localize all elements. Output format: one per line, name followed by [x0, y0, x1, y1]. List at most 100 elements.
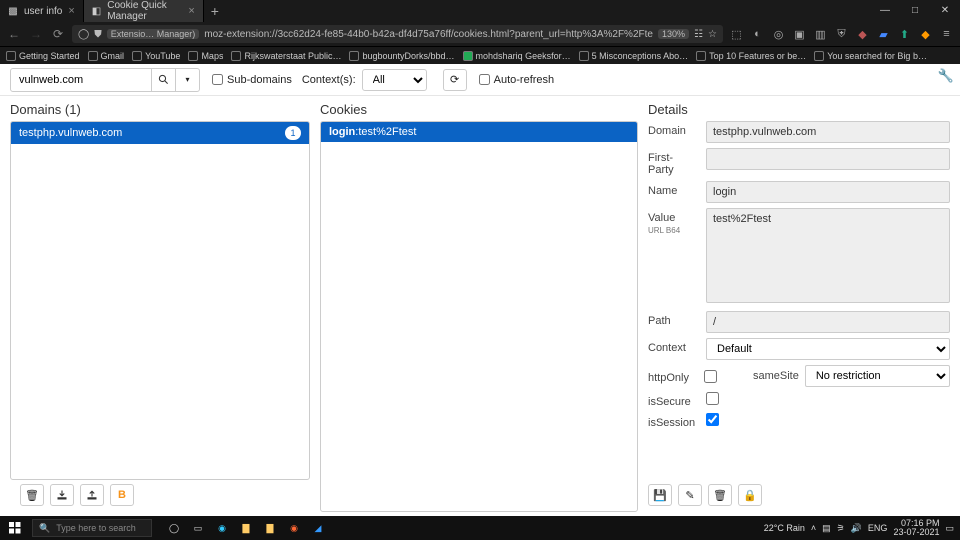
- bookmark-item[interactable]: Gmail: [88, 51, 125, 61]
- contexts-label: Context(s):: [302, 74, 356, 86]
- url-text: moz-extension://3cc62d24-fe85-44b0-b42a-…: [204, 29, 653, 40]
- domain-count-badge: 1: [285, 126, 301, 140]
- bookmarks-bar: Getting Started Gmail YouTube Maps Rijks…: [0, 46, 960, 64]
- delete-domain-button[interactable]: 🗑: [20, 484, 44, 506]
- bookmark-item[interactable]: Maps: [188, 51, 223, 61]
- start-button[interactable]: [4, 518, 26, 538]
- bookmark-item[interactable]: YouTube: [132, 51, 180, 61]
- tray-notifications-icon[interactable]: ▭: [945, 523, 954, 534]
- taskbar-search[interactable]: 🔍 Type here to search: [32, 519, 152, 537]
- weather-widget[interactable]: 22°C Rain: [764, 523, 805, 533]
- forward-button[interactable]: →: [28, 26, 44, 42]
- taskview-icon[interactable]: ▭: [188, 518, 208, 538]
- cookies-list: login:test%2Ftest: [320, 121, 638, 512]
- context-select[interactable]: All: [362, 69, 427, 91]
- value-field[interactable]: test%2Ftest: [706, 208, 950, 303]
- ext5-icon[interactable]: ⬆: [897, 27, 912, 42]
- bookmark-item[interactable]: Rijkswaterstaat Public…: [231, 51, 341, 61]
- ext1-icon[interactable]: ◎: [771, 27, 786, 42]
- zoom-badge[interactable]: 130%: [658, 29, 689, 39]
- bookmark-item[interactable]: Top 10 Features or be…: [696, 51, 806, 61]
- shield-icon: ◯: [78, 29, 89, 40]
- issecure-checkbox[interactable]: [706, 392, 719, 405]
- globe-icon: [463, 51, 473, 61]
- downloads-icon[interactable]: ⬚: [729, 27, 744, 42]
- delete-cookie-button[interactable]: 🗑: [708, 484, 732, 506]
- tray-wifi-icon[interactable]: ⚞: [837, 523, 845, 534]
- bookmark-item[interactable]: Getting Started: [6, 51, 80, 61]
- back-button[interactable]: ←: [6, 26, 22, 42]
- path-field[interactable]: [706, 311, 950, 333]
- autorefresh-check-input[interactable]: [479, 74, 490, 85]
- tray-lang[interactable]: ENG: [868, 523, 888, 533]
- edit-cookie-button[interactable]: ✎: [678, 484, 702, 506]
- maximize-button[interactable]: □: [900, 0, 930, 22]
- firefox-icon[interactable]: ◉: [284, 518, 304, 538]
- domains-list: testphp.vulnweb.com 1: [10, 121, 310, 480]
- bookmark-item[interactable]: mohdshariq Geeksfor…: [463, 51, 571, 61]
- close-window-button[interactable]: ✕: [930, 0, 960, 22]
- explorer-icon[interactable]: ▇: [236, 518, 256, 538]
- subdomains-check-input[interactable]: [212, 74, 223, 85]
- search-icon: 🔍: [39, 523, 50, 534]
- domain-field[interactable]: [706, 121, 950, 143]
- account-icon[interactable]: ◐: [750, 27, 765, 42]
- ext4-icon[interactable]: ▰: [876, 27, 891, 42]
- globe-icon: [696, 51, 706, 61]
- import-domain-button[interactable]: [80, 484, 104, 506]
- favicon-icon: ◧: [92, 6, 101, 16]
- label-domain: Domain: [648, 121, 698, 137]
- ext6-icon[interactable]: ◆: [918, 27, 933, 42]
- name-field[interactable]: [706, 181, 950, 203]
- cortana-icon[interactable]: ◯: [164, 518, 184, 538]
- ext3-icon[interactable]: ◆: [855, 27, 870, 42]
- save-cookie-button[interactable]: 💾: [648, 484, 672, 506]
- close-icon[interactable]: ×: [68, 5, 74, 17]
- search-dropdown[interactable]: ▾: [175, 69, 199, 91]
- search-button[interactable]: [151, 69, 175, 91]
- tray-chevron-icon[interactable]: ˄: [811, 523, 816, 533]
- label-samesite: sameSite: [753, 370, 799, 382]
- new-tab-button[interactable]: +: [204, 3, 226, 19]
- ext2-icon[interactable]: ▣: [792, 27, 807, 42]
- samesite-field[interactable]: No restriction: [805, 365, 950, 387]
- context-field[interactable]: Default: [706, 338, 950, 360]
- tray-clock[interactable]: 07:16 PM 23-07-2021: [893, 519, 939, 537]
- reader-icon[interactable]: ☷: [694, 29, 703, 40]
- bookmark-item[interactable]: 5 Misconceptions Abo…: [579, 51, 689, 61]
- bitcoin-button[interactable]: B: [110, 484, 134, 506]
- settings-icon[interactable]: 🔧: [938, 68, 954, 84]
- domain-row[interactable]: testphp.vulnweb.com 1: [11, 122, 309, 144]
- extension-pill: Extensio… Manager): [107, 29, 200, 39]
- label-issession: isSession: [648, 413, 698, 429]
- subdomains-checkbox[interactable]: Sub-domains: [212, 74, 292, 86]
- windows-taskbar: 🔍 Type here to search ◯ ▭ ◉ ▇ ▇ ◉ ◢ 22°C…: [0, 516, 960, 540]
- tab-cookie-manager[interactable]: ◧ Cookie Quick Manager ×: [84, 0, 204, 22]
- bookmark-item[interactable]: bugbountyDorks/bbd…: [349, 51, 454, 61]
- issession-checkbox[interactable]: [706, 413, 719, 426]
- tab-user-info[interactable]: ▩ user info ×: [0, 0, 84, 22]
- folder-icon[interactable]: ▇: [260, 518, 280, 538]
- close-icon[interactable]: ×: [188, 5, 194, 17]
- firstparty-field[interactable]: [706, 148, 950, 170]
- bookmark-item[interactable]: You searched for Big b…: [814, 51, 927, 61]
- httponly-checkbox[interactable]: [704, 370, 717, 383]
- label-name: Name: [648, 181, 698, 197]
- edge-icon[interactable]: ◉: [212, 518, 232, 538]
- menu-button[interactable]: ≡: [939, 27, 954, 42]
- url-bar[interactable]: ◯ ⛊ Extensio… Manager) moz-extension://3…: [72, 25, 723, 43]
- tray-network-icon[interactable]: ▤: [822, 523, 831, 534]
- refresh-button[interactable]: ⟳: [443, 69, 467, 91]
- library-icon[interactable]: ▥: [813, 27, 828, 42]
- autorefresh-checkbox[interactable]: Auto-refresh: [479, 74, 555, 86]
- reload-button[interactable]: ⟳: [50, 26, 66, 42]
- bookmark-star-icon[interactable]: ☆: [708, 29, 717, 40]
- cookie-row[interactable]: login:test%2Ftest: [321, 122, 637, 142]
- vscode-icon[interactable]: ◢: [308, 518, 328, 538]
- minimize-button[interactable]: —: [870, 0, 900, 22]
- shield2-icon[interactable]: ⛨: [834, 27, 849, 42]
- domain-search-input[interactable]: [11, 74, 151, 86]
- lock-cookie-button[interactable]: 🔒: [738, 484, 762, 506]
- tray-volume-icon[interactable]: 🔊: [851, 523, 862, 534]
- export-domain-button[interactable]: [50, 484, 74, 506]
